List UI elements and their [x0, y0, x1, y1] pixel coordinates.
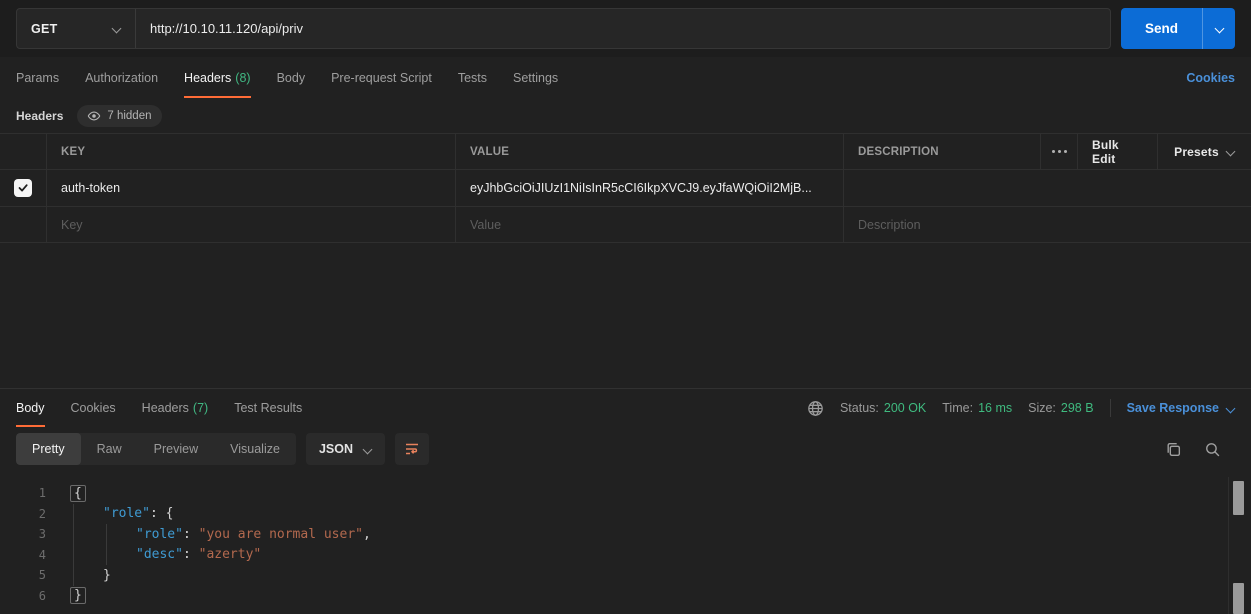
header-key-cell[interactable]: auth-token — [46, 170, 455, 206]
header-value-cell[interactable]: eyJhbGciOiJIUzI1NiIsInR5cCI6IkpXVCJ9.eyJ… — [455, 170, 843, 206]
scrollbar-thumb[interactable] — [1233, 481, 1244, 515]
headers-count-badge: (8) — [235, 71, 250, 85]
response-panel: Body Cookies Headers (7) Test Results St… — [0, 388, 1251, 614]
send-button[interactable]: Send — [1121, 8, 1202, 49]
time-badge: Time:16 ms — [942, 401, 1012, 415]
indent-guide — [73, 504, 74, 586]
select-all-cell — [0, 134, 46, 169]
column-header-value: VALUE — [455, 134, 843, 169]
bulk-edit-button[interactable]: Bulk Edit — [1077, 134, 1157, 169]
response-meta: Status:200 OK Time:16 ms Size:298 B Save… — [807, 399, 1235, 417]
tab-authorization[interactable]: Authorization — [85, 57, 158, 98]
format-dropdown[interactable]: JSON — [306, 433, 385, 465]
scrollbar-thumb[interactable] — [1233, 583, 1244, 614]
more-actions-button[interactable] — [1040, 134, 1077, 169]
line-number: 2 — [0, 507, 46, 521]
tab-headers[interactable]: Headers (8) — [184, 57, 251, 98]
cookies-link[interactable]: Cookies — [1186, 71, 1235, 85]
request-tab-bar: Params Authorization Headers (8) Body Pr… — [0, 57, 1251, 98]
line-number: 1 — [0, 486, 46, 500]
divider — [1110, 399, 1111, 417]
status-badge: Status:200 OK — [840, 401, 926, 415]
view-tab-raw[interactable]: Raw — [81, 433, 138, 465]
response-headers-count-badge: (7) — [193, 401, 208, 415]
line-number: 4 — [0, 548, 46, 562]
view-mode-segmented-control: Pretty Raw Preview Visualize — [16, 433, 296, 465]
response-body-actions — [1165, 441, 1235, 458]
eye-icon — [87, 109, 101, 123]
row-checkbox-cell-empty — [0, 207, 46, 242]
scrollbar-track — [1228, 477, 1229, 614]
send-split-button: Send — [1121, 8, 1235, 49]
size-badge: Size:298 B — [1028, 401, 1093, 415]
chevron-down-icon — [363, 445, 372, 454]
code-line: 1 { — [0, 483, 1251, 504]
response-tab-headers[interactable]: Headers (7) — [142, 389, 209, 427]
fold-toggle[interactable]: } — [70, 587, 86, 604]
fold-toggle[interactable]: { — [70, 485, 86, 502]
view-tab-pretty[interactable]: Pretty — [16, 433, 81, 465]
url-input[interactable] — [136, 9, 1110, 48]
row-checkbox[interactable] — [14, 179, 32, 197]
empty-area — [0, 243, 1251, 388]
wrap-lines-button[interactable] — [395, 433, 429, 465]
response-tab-bar: Body Cookies Headers (7) Test Results St… — [0, 389, 1251, 427]
table-header-row: KEY VALUE DESCRIPTION Bulk Edit Presets — [0, 134, 1251, 170]
new-value-cell — [455, 207, 843, 242]
method-selector[interactable]: GET — [17, 9, 136, 48]
row-checkbox-cell — [0, 170, 46, 206]
text-wrap-icon — [404, 441, 420, 457]
new-header-row — [0, 207, 1251, 243]
response-view-toolbar: Pretty Raw Preview Visualize JSON — [0, 427, 1251, 471]
tab-settings[interactable]: Settings — [513, 57, 558, 98]
header-description-cell[interactable] — [843, 170, 1251, 206]
code-line: 6 } — [0, 586, 1251, 607]
chevron-down-icon — [1215, 24, 1224, 33]
tab-tests[interactable]: Tests — [458, 57, 487, 98]
tab-body[interactable]: Body — [277, 57, 306, 98]
request-bar: GET Send — [0, 0, 1251, 57]
code-line: 4 "desc": "azerty" — [0, 545, 1251, 566]
indent-guide — [106, 524, 107, 565]
new-description-input[interactable] — [858, 218, 1237, 232]
tab-params[interactable]: Params — [16, 57, 59, 98]
url-container: GET — [16, 8, 1111, 49]
search-icon[interactable] — [1204, 441, 1221, 458]
header-row-auth-token: auth-token eyJhbGciOiJIUzI1NiIsInR5cCI6I… — [0, 170, 1251, 207]
view-tab-preview[interactable]: Preview — [138, 433, 214, 465]
line-number: 5 — [0, 568, 46, 582]
more-actions-icon — [1052, 150, 1067, 153]
globe-icon[interactable] — [807, 400, 824, 417]
code-line: 3 "role": "you are normal user", — [0, 524, 1251, 545]
column-header-description: DESCRIPTION — [843, 134, 1040, 169]
headers-subheader: Headers 7 hidden — [0, 98, 1251, 133]
hidden-headers-label: 7 hidden — [107, 110, 151, 122]
new-key-cell — [46, 207, 455, 242]
response-body-editor: 1 { 2 "role": { 3 "role": "you are norma… — [0, 471, 1251, 614]
new-description-cell — [843, 207, 1251, 242]
presets-dropdown[interactable]: Presets — [1157, 134, 1251, 169]
column-header-key: KEY — [46, 134, 455, 169]
method-label: GET — [31, 22, 58, 36]
copy-icon[interactable] — [1165, 441, 1182, 458]
send-options-button[interactable] — [1202, 8, 1235, 49]
response-tab-cookies[interactable]: Cookies — [71, 389, 116, 427]
new-key-input[interactable] — [61, 218, 441, 232]
code-line: 2 "role": { — [0, 504, 1251, 525]
response-tab-test-results[interactable]: Test Results — [234, 389, 302, 427]
line-number: 6 — [0, 589, 46, 603]
code-line: 5 } — [0, 565, 1251, 586]
hidden-headers-toggle[interactable]: 7 hidden — [77, 105, 161, 127]
chevron-down-icon — [112, 24, 121, 33]
headers-table: KEY VALUE DESCRIPTION Bulk Edit Presets … — [0, 133, 1251, 243]
chevron-down-icon — [1226, 404, 1235, 413]
chevron-down-icon — [1226, 147, 1235, 156]
save-response-button[interactable]: Save Response — [1127, 401, 1235, 415]
response-tab-body[interactable]: Body — [16, 389, 45, 427]
tab-pre-request-script[interactable]: Pre-request Script — [331, 57, 432, 98]
new-value-input[interactable] — [470, 218, 829, 232]
line-number: 3 — [0, 527, 46, 541]
view-tab-visualize[interactable]: Visualize — [214, 433, 296, 465]
headers-section-title: Headers — [16, 109, 63, 123]
